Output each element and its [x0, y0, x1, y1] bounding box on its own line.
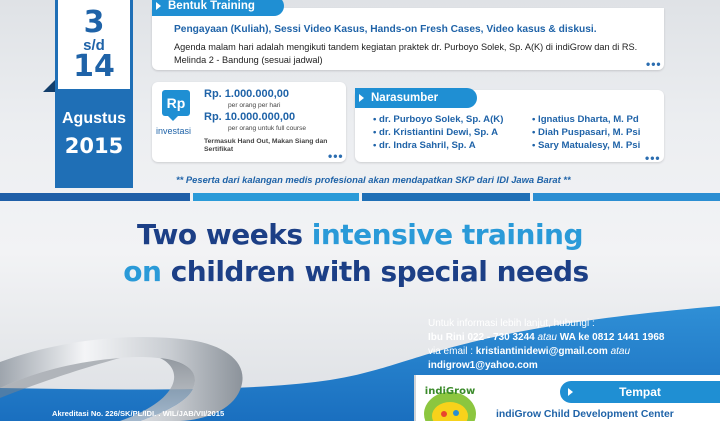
more-dots-icon: ••• — [646, 57, 662, 71]
event-date: 3 s/d 14 Agustus 2015 — [43, 0, 133, 188]
rupiah-icon-text: Rp — [166, 95, 186, 111]
speaker-item: • Sary Matualesy, M. Psi — [532, 140, 641, 151]
tab-label: Narasumber — [371, 92, 439, 104]
contact-email: via email : kristiantinidewi@gmail.com a… — [428, 346, 631, 357]
speaker-item: • dr. Purboyo Solek, Sp. A(K) — [373, 114, 504, 125]
date-month-year: Agustus 2015 — [55, 92, 133, 188]
more-dots-icon: ••• — [645, 151, 661, 165]
investment-card: Rp investasi Rp. 1.000.000,00 per orang … — [152, 82, 346, 162]
price-per-day: Rp. 1.000.000,00 — [204, 88, 290, 100]
divider-band-2 — [193, 193, 359, 201]
training-card: Pengayaan (Kuliah), Sessi Video Kasus, H… — [152, 8, 664, 70]
email-link[interactable]: kristiantinidewi@gmail.com — [476, 346, 608, 357]
headline-line-1: Two weeks intensive training — [136, 218, 584, 251]
divider-band-3 — [362, 193, 530, 201]
year: 2015 — [64, 134, 124, 158]
rupiah-icon: Rp — [162, 90, 190, 121]
end-day: 14 — [73, 49, 115, 84]
skp-note: ** Peserta dari kalangan medis profesion… — [176, 174, 571, 185]
tab-narasumber: Narasumber — [355, 88, 477, 108]
logo-text: indiGrow — [425, 386, 475, 397]
date-fold-decoration — [43, 80, 55, 92]
training-activities: Pengayaan (Kuliah), Sessi Video Kasus, H… — [174, 24, 597, 35]
tab-label: Tempat — [619, 385, 661, 399]
divider-band-4 — [533, 193, 720, 201]
price-full-course-note: per orang untuk full course — [228, 125, 307, 132]
tab-tempat: Tempat — [560, 381, 720, 403]
speaker-item: • Diah Puspasari, M. Psi — [532, 127, 641, 138]
date-days: 3 s/d 14 — [55, 0, 133, 92]
month: Agustus — [62, 110, 126, 127]
contact-intro: Untuk informasi lebih lanjut, hubungi : — [428, 318, 595, 329]
accreditation-number: Akreditasi No. 226/SK/PL/IDI. . WIL/JAB/… — [52, 409, 225, 418]
start-day: 3 — [83, 5, 105, 40]
more-dots-icon: ••• — [328, 149, 344, 163]
email-link-2[interactable]: indigrow1@yahoo.com — [428, 360, 538, 371]
indigrow-logo: indiGrow — [418, 380, 482, 421]
price-per-day-note: per orang per hari — [228, 102, 281, 109]
tab-label: Bentuk Training — [168, 0, 255, 12]
tab-bentuk-training: Bentuk Training — [152, 0, 284, 16]
investment-includes: Termasuk Hand Out, Makan Siang dan Serti… — [204, 138, 328, 153]
speaker-item: • Ignatius Dharta, M. Pd — [532, 114, 639, 125]
investment-label: investasi — [156, 126, 192, 136]
venue-name: indiGrow Child Development Center — [496, 409, 674, 420]
speaker-item: • dr. Kristiantini Dewi, Sp. A — [373, 127, 499, 138]
price-full-course: Rp. 10.000.000,00 — [204, 111, 296, 123]
speaker-item: • dr. Indra Sahril, Sp. A — [373, 140, 476, 151]
training-agenda: Agenda malam hari adalah mengikuti tande… — [174, 42, 638, 65]
contact-phone: Ibu Rini 022 - 730 3244 atau WA ke 0812 … — [428, 332, 665, 343]
divider-band-1 — [0, 193, 190, 201]
